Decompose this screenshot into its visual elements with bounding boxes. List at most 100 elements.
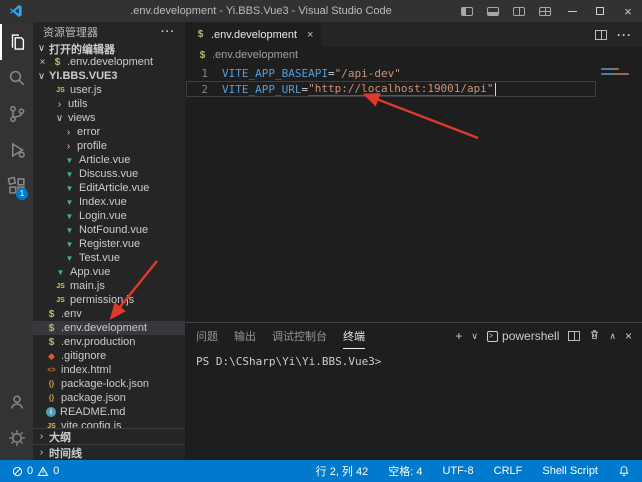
tree-item-.gitignore[interactable]: ◆.gitignore [33, 349, 185, 363]
explorer-icon[interactable] [0, 24, 33, 60]
file-label: .gitignore [61, 350, 106, 362]
tree-item-EditArticle.vue[interactable]: ▼EditArticle.vue [33, 181, 185, 195]
error-icon [12, 466, 23, 477]
tree-item-.env.production[interactable]: $.env.production [33, 335, 185, 349]
toggle-panel-icon[interactable] [480, 0, 506, 22]
vue-icon: ▼ [54, 266, 67, 279]
tree-item-NotFound.vue[interactable]: ▼NotFound.vue [33, 223, 185, 237]
tree-item-.env.development[interactable]: $.env.development [33, 321, 185, 335]
code-editor[interactable]: 1VITE_APP_BASEAPI="/api-dev"2VITE_APP_UR… [186, 63, 642, 322]
tree-item-Register.vue[interactable]: ▼Register.vue [33, 237, 185, 251]
shell-selector[interactable]: > powershell [487, 329, 559, 343]
panel-tab-problems[interactable]: 问题 [196, 323, 218, 349]
problems-status[interactable]: 0 0 [8, 465, 63, 477]
tree-item-App.vue[interactable]: ▼App.vue [33, 265, 185, 279]
tree-item-package.json[interactable]: {}package.json [33, 391, 185, 405]
cursor-position[interactable]: 行 2, 列 42 [312, 463, 373, 479]
open-editor-item[interactable]: × $ .env.development [33, 55, 185, 69]
source-control-icon[interactable] [0, 96, 33, 132]
new-terminal-icon[interactable]: + [455, 329, 462, 343]
tree-item-views[interactable]: ∨views [33, 111, 185, 125]
tree-item-vite.config.js[interactable]: JSvite.config.js [33, 419, 185, 428]
file-label: Test.vue [79, 252, 120, 264]
customize-layout-icon[interactable] [532, 0, 558, 22]
tree-item-package-lock.json[interactable]: {}package-lock.json [33, 377, 185, 391]
timeline-section-header[interactable]: › 时间线 [33, 444, 185, 460]
shell-icon: $ [51, 56, 64, 69]
file-label: Index.vue [79, 196, 127, 208]
bottom-panel: 问题输出调试控制台终端 + ∨ > powershell ∧ × [186, 322, 642, 460]
js-icon: JS [45, 420, 58, 429]
views-and-more-actions-icon[interactable]: ··· [161, 26, 175, 38]
tree-item-utils[interactable]: ›utils [33, 97, 185, 111]
close-button[interactable]: × [614, 0, 642, 22]
shell-icon: $ [45, 336, 58, 349]
vscode-logo-icon [8, 3, 24, 19]
minimize-button[interactable] [558, 0, 586, 22]
window-title: .env.development - Yi.BBS.Vue3 - Visual … [60, 5, 462, 17]
tree-item-profile[interactable]: ›profile [33, 139, 185, 153]
status-bar-right: 行 2, 列 42 空格: 4 UTF-8 CRLF Shell Script [300, 463, 634, 479]
tree-item-error[interactable]: ›error [33, 125, 185, 139]
more-actions-icon[interactable]: ··· [617, 28, 632, 42]
env-var-name: VITE_APP_BASEAPI [222, 67, 328, 80]
settings-gear-icon[interactable] [0, 420, 33, 456]
split-editor-icon[interactable] [595, 30, 607, 40]
code-line-2[interactable]: 2VITE_APP_URL="http://localhost:19001/ap… [186, 81, 596, 97]
editor-tab-bar: $ .env.development × ··· [186, 22, 642, 47]
panel-tab-debug-console[interactable]: 调试控制台 [272, 323, 327, 349]
encoding-status[interactable]: UTF-8 [438, 465, 477, 477]
outline-section-header[interactable]: › 大纲 [33, 428, 185, 444]
split-terminal-icon[interactable] [568, 331, 580, 341]
terminal-icon: > [487, 331, 498, 342]
sidebar-title: 资源管理器 [43, 24, 98, 40]
breadcrumb[interactable]: $ .env.development [186, 47, 642, 63]
toggle-secondary-sidebar-icon[interactable] [506, 0, 532, 22]
vue-icon: ▼ [63, 154, 76, 167]
tree-item-main.js[interactable]: JSmain.js [33, 279, 185, 293]
file-label: user.js [70, 84, 102, 96]
title-bar: .env.development - Yi.BBS.Vue3 - Visual … [0, 0, 642, 22]
project-root-header[interactable]: ∨ YI.BBS.VUE3 [33, 69, 185, 83]
tree-item-README.md[interactable]: iREADME.md [33, 405, 185, 419]
vue-icon: ▼ [63, 210, 76, 223]
tree-item-Login.vue[interactable]: ▼Login.vue [33, 209, 185, 223]
panel-tab-output[interactable]: 输出 [234, 323, 256, 349]
tree-item-user.js[interactable]: JSuser.js [33, 83, 185, 97]
maximize-panel-icon[interactable]: ∧ [609, 331, 616, 342]
close-editor-icon[interactable]: × [37, 57, 48, 68]
tree-item-Test.vue[interactable]: ▼Test.vue [33, 251, 185, 265]
tree-item-.env[interactable]: $.env [33, 307, 185, 321]
terminal-prompt: PS D:\CSharp\Yi\Yi.BBS.Vue3> [196, 355, 381, 368]
file-label: EditArticle.vue [79, 182, 149, 194]
account-icon[interactable] [0, 384, 33, 420]
minimap[interactable] [598, 63, 642, 322]
file-label: .env [61, 308, 82, 320]
run-debug-icon[interactable] [0, 132, 33, 168]
tree-item-permission.js[interactable]: JSpermission.js [33, 293, 185, 307]
indentation-status[interactable]: 空格: 4 [384, 463, 426, 479]
tree-item-Article.vue[interactable]: ▼Article.vue [33, 153, 185, 167]
terminal-profile-dropdown-icon[interactable]: ∨ [471, 331, 478, 342]
maximize-button[interactable] [586, 0, 614, 22]
tree-item-index.html[interactable]: <>index.html [33, 363, 185, 377]
code-line-1[interactable]: 1VITE_APP_BASEAPI="/api-dev" [186, 65, 596, 81]
language-mode-status[interactable]: Shell Script [538, 465, 602, 477]
tree-item-Discuss.vue[interactable]: ▼Discuss.vue [33, 167, 185, 181]
close-tab-icon[interactable]: × [307, 29, 313, 41]
search-icon[interactable] [0, 60, 33, 96]
line-number: 2 [186, 83, 222, 96]
env-var-value: "http://localhost:19001/api" [308, 82, 493, 96]
tree-item-Index.vue[interactable]: ▼Index.vue [33, 195, 185, 209]
extensions-icon[interactable]: 1 [0, 168, 33, 204]
terminal-output[interactable]: PS D:\CSharp\Yi\Yi.BBS.Vue3> [186, 349, 642, 460]
notifications-bell-icon[interactable] [614, 465, 634, 477]
kill-terminal-icon[interactable] [589, 329, 600, 343]
eol-status[interactable]: CRLF [490, 465, 527, 477]
file-label: README.md [60, 406, 125, 418]
file-label: permission.js [70, 294, 134, 306]
tab-env-development[interactable]: $ .env.development × [186, 22, 322, 47]
panel-tab-terminal[interactable]: 终端 [343, 323, 365, 349]
open-editors-header[interactable]: ∨ 打开的编辑器 [33, 42, 185, 55]
close-panel-icon[interactable]: × [625, 329, 632, 343]
